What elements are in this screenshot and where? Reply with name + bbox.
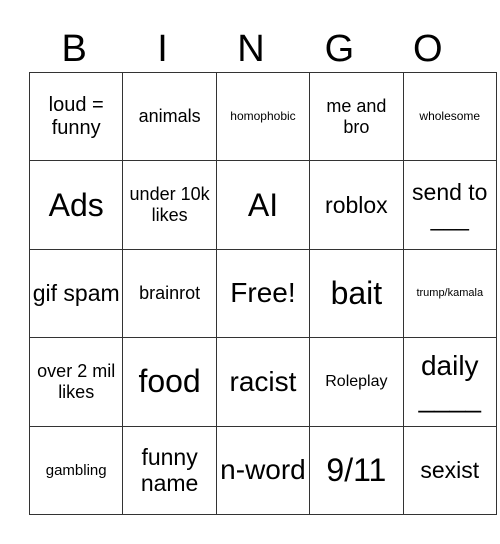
bingo-cell[interactable]: me and bro <box>309 71 404 162</box>
header-letter-n: N <box>237 28 265 70</box>
bingo-cell[interactable]: gif spam <box>28 248 124 339</box>
header-letter-b: B <box>61 28 87 70</box>
bingo-cell[interactable]: trump/kamala <box>402 248 497 339</box>
bingo-cell[interactable]: Ads <box>28 160 124 250</box>
bingo-cell[interactable]: food <box>122 337 217 427</box>
free-space-cell[interactable]: Free! <box>215 248 311 339</box>
bingo-cell[interactable]: funny name <box>122 425 217 516</box>
bingo-cell[interactable]: homophobic <box>215 71 311 162</box>
bingo-cell[interactable]: wholesome <box>402 71 497 162</box>
header-letter-g: G <box>324 28 355 70</box>
board-row: Ads under 10k likes AI roblox send to __… <box>28 160 497 250</box>
header-letter-i: I <box>157 28 168 70</box>
bingo-cell[interactable]: under 10k likes <box>122 160 217 250</box>
board-row: over 2 mil likes food racist Roleplay da… <box>28 337 497 427</box>
board-row: gif spam brainrot Free! bait trump/kamal… <box>28 248 497 339</box>
bingo-cell[interactable]: Roleplay <box>309 337 404 427</box>
bingo-cell[interactable]: over 2 mil likes <box>28 337 124 427</box>
board-row: loud = funny animals homophobic me and b… <box>28 71 497 162</box>
bingo-cell[interactable]: roblox <box>309 160 404 250</box>
bingo-cell[interactable]: gambling <box>28 425 124 516</box>
board-row: gambling funny name n-word 9/11 sexist <box>28 425 497 516</box>
bingo-cell[interactable]: bait <box>309 248 404 339</box>
bingo-cell[interactable]: loud = funny <box>28 71 124 162</box>
bingo-header: B I N G O <box>30 26 472 72</box>
bingo-board: loud = funny animals homophobic me and b… <box>28 71 497 516</box>
bingo-cell[interactable]: send to ___ <box>402 160 497 250</box>
bingo-cell[interactable]: daily ____ <box>402 337 497 427</box>
bingo-cell[interactable]: brainrot <box>122 248 217 339</box>
bingo-cell[interactable]: n-word <box>215 425 311 516</box>
bingo-cell[interactable]: animals <box>122 71 217 162</box>
bingo-cell[interactable]: sexist <box>402 425 497 516</box>
header-letter-o: O <box>412 28 443 70</box>
bingo-cell[interactable]: AI <box>215 160 311 250</box>
bingo-cell[interactable]: 9/11 <box>309 425 404 516</box>
bingo-cell[interactable]: racist <box>215 337 311 427</box>
